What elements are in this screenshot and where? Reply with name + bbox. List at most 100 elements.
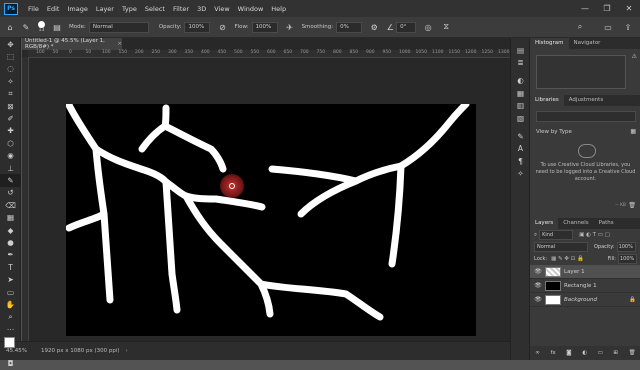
clone-stamp-tool-icon[interactable]: ⊥ bbox=[0, 162, 21, 174]
home-icon[interactable]: ⌂ bbox=[4, 21, 16, 33]
menu-image[interactable]: Image bbox=[63, 5, 91, 13]
glyphs-panel-icon[interactable]: ✧ bbox=[511, 168, 530, 180]
brush-tool-icon[interactable]: ✎ bbox=[20, 21, 32, 33]
lasso-tool-icon[interactable]: ◌ bbox=[0, 63, 21, 75]
visibility-eye-icon[interactable]: 👁 bbox=[533, 296, 543, 303]
marquee-tool-icon[interactable]: ⬚ bbox=[0, 50, 21, 62]
lock-icons[interactable]: ▦ ✎ ✥ ⊡ 🔒 bbox=[551, 256, 584, 262]
foreground-color-swatch[interactable] bbox=[4, 337, 15, 349]
view-by-type[interactable]: View by Type bbox=[536, 129, 572, 135]
hand-tool-icon[interactable]: ✋ bbox=[0, 298, 21, 310]
pasteboard[interactable] bbox=[29, 58, 510, 341]
pen-tool-icon[interactable]: ✒ bbox=[0, 249, 21, 261]
menu-view[interactable]: View bbox=[210, 5, 233, 13]
tab-histogram[interactable]: Histogram bbox=[530, 38, 569, 49]
close-button[interactable]: ✕ bbox=[618, 0, 640, 17]
pressure-opacity-icon[interactable]: ⊘ bbox=[216, 21, 228, 33]
library-delete-icon[interactable]: 🗑 bbox=[628, 202, 636, 209]
opacity-field[interactable]: 100% bbox=[184, 21, 211, 33]
new-group-icon[interactable]: ▭ bbox=[598, 350, 603, 356]
brush-settings-panel-icon[interactable]: ✎ bbox=[511, 130, 530, 142]
swatches-panel-icon[interactable]: ▦ bbox=[511, 87, 530, 99]
adjustment-layer-icon[interactable]: ◐ bbox=[582, 350, 587, 356]
rectangle-tool-icon[interactable]: ▭ bbox=[0, 286, 21, 298]
histogram-warning-icon[interactable]: ⚠ bbox=[632, 53, 637, 60]
delete-layer-icon[interactable]: 🗑 bbox=[629, 350, 636, 356]
menu-edit[interactable]: Edit bbox=[43, 5, 64, 13]
menu-3d[interactable]: 3D bbox=[193, 5, 210, 13]
tab-navigator[interactable]: Navigator bbox=[569, 38, 606, 49]
menu-layer[interactable]: Layer bbox=[92, 5, 118, 13]
gradient-tool-icon[interactable]: ▦ bbox=[0, 211, 21, 223]
history-brush-tool-icon[interactable]: ↺ bbox=[0, 187, 21, 199]
menu-type[interactable]: Type bbox=[118, 5, 141, 13]
eyedropper-tool-icon[interactable]: ✐ bbox=[0, 112, 21, 124]
character-panel-icon[interactable]: A bbox=[511, 143, 530, 155]
flow-field[interactable]: 100% bbox=[251, 21, 278, 33]
layer-style-icon[interactable]: fx bbox=[550, 350, 555, 356]
layer-row-background[interactable]: 👁 Background 🔒 bbox=[530, 293, 640, 307]
workspace-icon[interactable]: ▭ bbox=[602, 21, 614, 33]
move-tool-icon[interactable]: ✥ bbox=[0, 38, 21, 50]
grid-view-icon[interactable]: ▦ bbox=[630, 128, 636, 135]
history-panel-icon[interactable]: ▤ bbox=[511, 44, 530, 56]
smoothing-options-gear-icon[interactable]: ⚙ bbox=[368, 21, 380, 33]
visibility-eye-icon[interactable]: 👁 bbox=[533, 268, 543, 275]
gradients-panel-icon[interactable]: ▥ bbox=[511, 100, 530, 112]
smoothing-field[interactable]: 0% bbox=[336, 21, 363, 33]
fill-field[interactable]: 100% bbox=[618, 254, 637, 264]
layer-row-rectangle-1[interactable]: 👁 Rectangle 1 bbox=[530, 279, 640, 293]
healing-brush-tool-icon[interactable]: ✚ bbox=[0, 125, 21, 137]
document-tab[interactable]: Untitled-1 @ 45.5% (Layer 1, RGB/8#) * × bbox=[22, 38, 122, 50]
crop-tool-icon[interactable]: ⌗ bbox=[0, 88, 21, 100]
symmetry-icon[interactable]: ⧖ bbox=[440, 21, 452, 33]
angle-field[interactable]: 0° bbox=[396, 21, 417, 33]
zoom-level[interactable]: 45.45% bbox=[6, 348, 27, 354]
tab-layers[interactable]: Layers bbox=[530, 218, 559, 229]
menu-file[interactable]: File bbox=[24, 5, 43, 13]
brush-preset-picker[interactable]: 13 bbox=[38, 21, 45, 33]
new-layer-icon[interactable]: ⊞ bbox=[613, 350, 618, 356]
tab-channels[interactable]: Channels bbox=[558, 218, 593, 229]
patch-tool-icon[interactable]: ⬡ bbox=[0, 137, 21, 149]
visibility-eye-icon[interactable]: 👁 bbox=[533, 282, 543, 289]
menu-help[interactable]: Help bbox=[267, 5, 290, 13]
path-select-tool-icon[interactable]: ➤ bbox=[0, 273, 21, 285]
filter-type-icons[interactable]: ▣ ◐ T ▭ ▢ bbox=[579, 232, 610, 238]
link-layers-icon[interactable]: ∞ bbox=[535, 350, 540, 356]
layer-opacity-field[interactable]: 100% bbox=[616, 242, 636, 252]
menu-filter[interactable]: Filter bbox=[169, 5, 193, 13]
tab-libraries[interactable]: Libraries bbox=[530, 95, 564, 106]
color-panel-icon[interactable]: ◐ bbox=[511, 75, 530, 87]
layer-row-layer-1[interactable]: 👁 Layer 1 bbox=[530, 265, 640, 279]
more-tools-icon[interactable]: ⋯ bbox=[0, 323, 21, 335]
eraser-tool-icon[interactable]: ⌫ bbox=[0, 199, 21, 211]
dodge-tool-icon[interactable]: ● bbox=[0, 236, 21, 248]
menu-select[interactable]: Select bbox=[141, 5, 169, 13]
tab-paths[interactable]: Paths bbox=[594, 218, 619, 229]
tab-adjustments[interactable]: Adjustments bbox=[564, 95, 608, 106]
add-mask-icon[interactable]: ◙ bbox=[566, 350, 571, 356]
menu-window[interactable]: Window bbox=[234, 5, 268, 13]
status-menu-chevron-icon[interactable]: › bbox=[126, 348, 128, 354]
patterns-panel-icon[interactable]: ▧ bbox=[511, 112, 530, 124]
brush-settings-icon[interactable]: ▤ bbox=[51, 21, 63, 33]
red-eye-tool-icon[interactable]: ◉ bbox=[0, 150, 21, 162]
minimize-button[interactable]: — bbox=[574, 0, 596, 17]
paragraph-panel-icon[interactable]: ¶ bbox=[511, 155, 530, 167]
type-tool-icon[interactable]: T bbox=[0, 261, 21, 273]
library-search-field[interactable] bbox=[536, 111, 636, 122]
properties-panel-icon[interactable]: ≣ bbox=[511, 56, 530, 68]
frame-tool-icon[interactable]: ⊠ bbox=[0, 100, 21, 112]
blend-mode-select[interactable]: Normal bbox=[534, 242, 588, 252]
brush-tool-icon-active[interactable]: ✎ bbox=[0, 174, 21, 187]
document-tab-close-icon[interactable]: × bbox=[117, 41, 122, 47]
pressure-size-icon[interactable]: ◎ bbox=[422, 21, 434, 33]
layer-kind-filter[interactable]: Kind bbox=[539, 230, 574, 240]
share-icon[interactable]: ⇪ bbox=[622, 21, 634, 33]
zoom-tool-icon[interactable]: ⌕ bbox=[0, 311, 21, 323]
maximize-button[interactable]: ❐ bbox=[596, 0, 618, 17]
search-icon[interactable]: ⌕ bbox=[574, 21, 586, 33]
airbrush-icon[interactable]: ✈ bbox=[284, 21, 296, 33]
mode-select[interactable]: Normal bbox=[88, 21, 149, 33]
